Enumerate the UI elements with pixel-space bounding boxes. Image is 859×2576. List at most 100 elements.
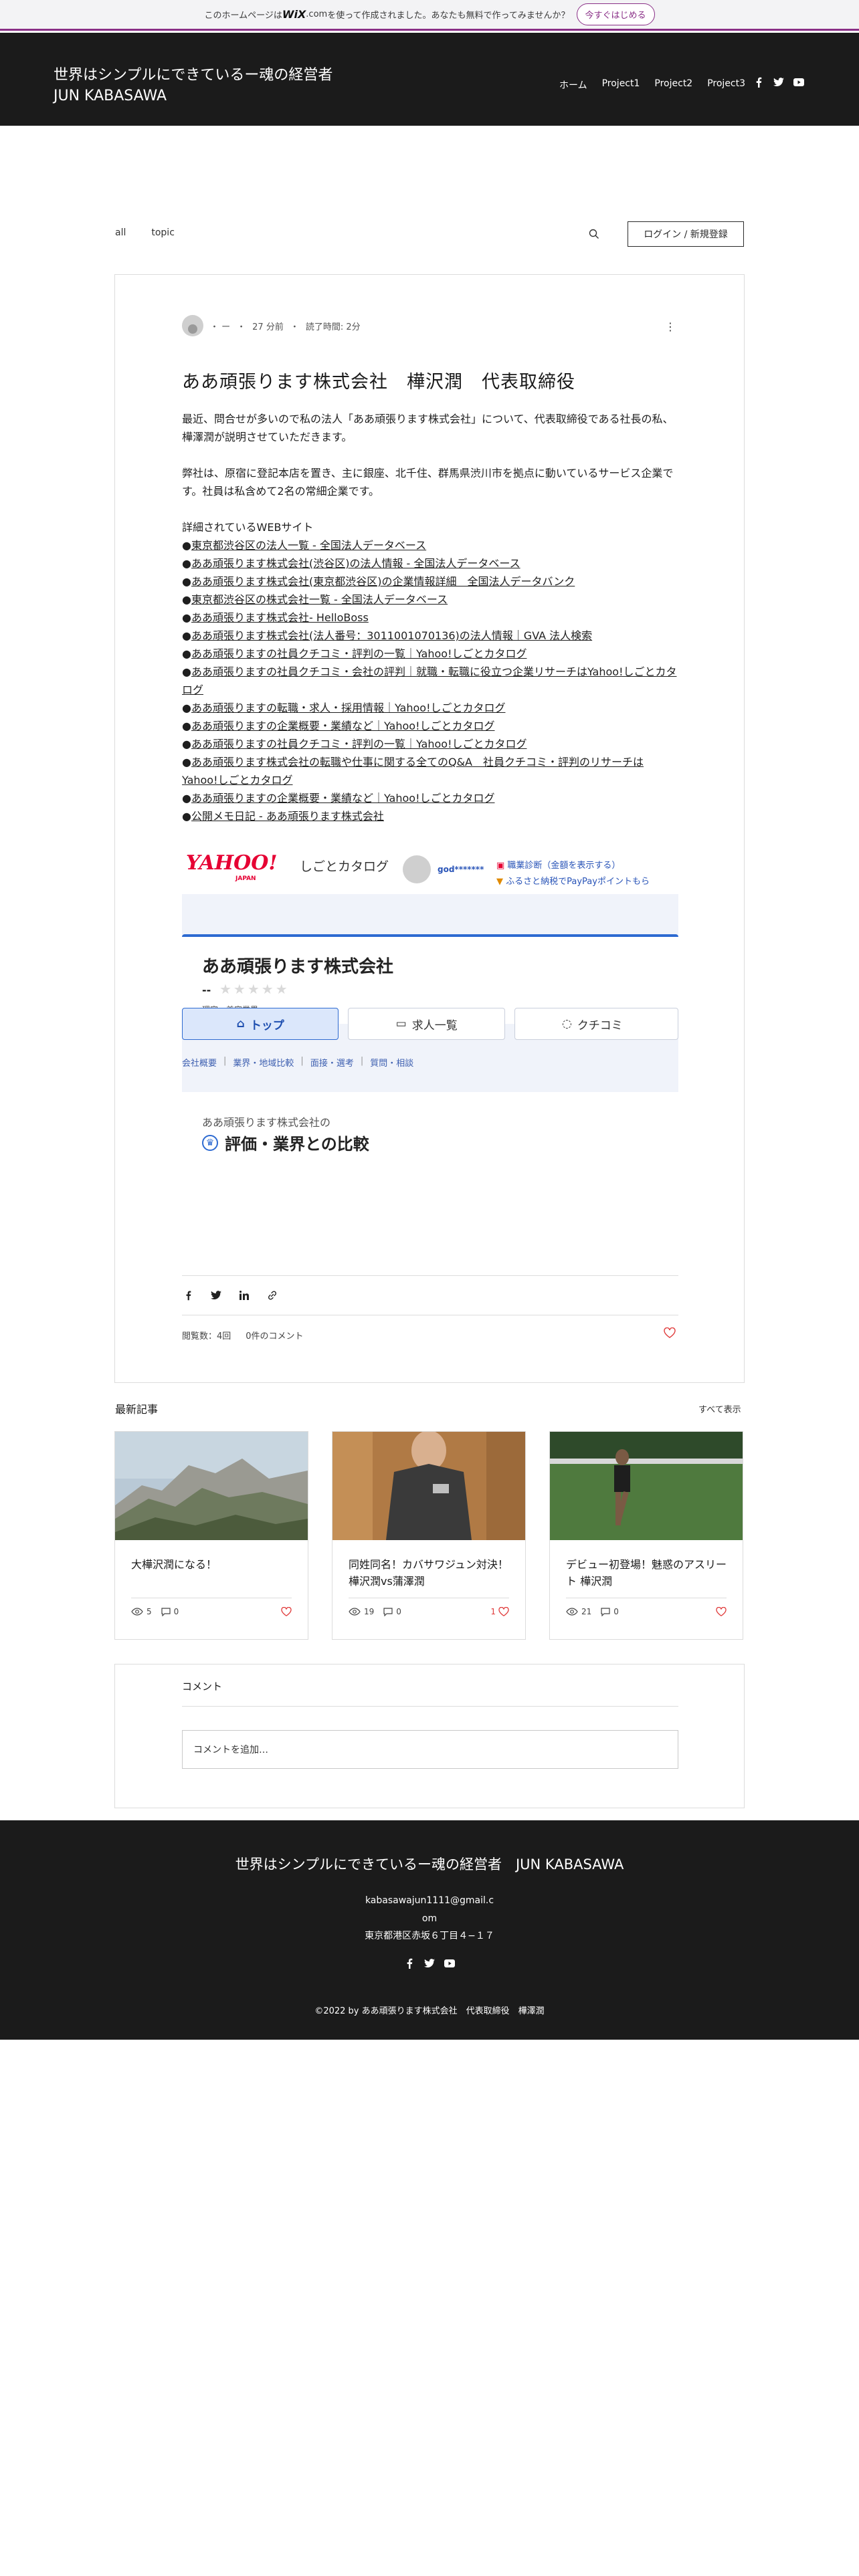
facebook-share-icon[interactable]	[182, 1289, 194, 1301]
wix-text-after: を使って作成されました。あなたも無料で作ってみませんか？	[327, 11, 570, 21]
linkedin-share-icon[interactable]	[238, 1289, 250, 1301]
wix-logo: WiX	[282, 8, 306, 21]
embed-panel: ああ頑張ります株式会社 -- ★★★★★ 理容・美容業界 ⌂トップ ▭求人一覧 …	[182, 894, 678, 1218]
post-body: 最近、問合せが多いので私の法人「ああ頑張ります株式会社」について、代表取締役であ…	[182, 410, 678, 825]
nav-project2[interactable]: Project2	[654, 78, 692, 92]
see-all-link[interactable]: すべて表示	[698, 1402, 741, 1415]
category-all[interactable]: all	[115, 227, 126, 238]
comment-icon	[383, 1607, 393, 1616]
more-options-icon[interactable]: ⋮	[665, 320, 676, 333]
post-link[interactable]: ああ頑張りますの企業概要・業績など｜Yahoo!しごとカタログ	[191, 720, 495, 732]
comment-icon	[161, 1607, 171, 1616]
start-now-button[interactable]: 今すぐはじめる	[576, 3, 655, 25]
post-link[interactable]: 東京都渋谷区の株式会社一覧 - 全国法人データベース	[191, 593, 448, 606]
twitter-share-icon[interactable]	[210, 1289, 222, 1301]
post-paragraph: 最近、問合せが多いので私の法人「ああ頑張ります株式会社」について、代表取締役であ…	[182, 413, 674, 443]
comments-title: コメント	[182, 1681, 223, 1693]
list-item: ●公開メモ日記 - ああ頑張ります株式会社	[182, 807, 678, 825]
user-avatar-icon	[403, 855, 431, 883]
bullet: ●	[182, 665, 191, 678]
embed-tab-label: クチコミ	[577, 1018, 623, 1033]
share-bar	[182, 1275, 678, 1315]
twitter-icon[interactable]	[773, 77, 784, 88]
footer-email[interactable]: kabasawajun1111@gmail.com	[363, 1892, 496, 1928]
search-icon[interactable]	[589, 229, 599, 242]
nav-project1[interactable]: Project1	[602, 78, 640, 92]
embed-compare-of: ああ頑張ります株式会社の	[202, 1116, 331, 1129]
youtube-icon[interactable]	[444, 1958, 455, 1969]
service-name: しごとカタログ	[300, 859, 389, 874]
post-link[interactable]: ああ頑張りますの社員クチコミ・評判の一覧｜Yahoo!しごとカタログ	[191, 647, 527, 660]
recent-post-card[interactable]: 同姓同名！カバサワジュン対決！樺沢潤vs蒲澤潤 19 0 1	[332, 1431, 526, 1640]
author-avatar[interactable]	[182, 315, 203, 336]
embed-tab-reviews: ◌ クチコミ	[514, 1008, 678, 1040]
main-nav: ホーム Project1 Project2 Project3	[559, 78, 745, 92]
comments-count: 0	[396, 1607, 401, 1616]
view-count: 閲覧数：4回	[182, 1331, 231, 1341]
comments-stat: 0	[601, 1607, 619, 1616]
site-title-line1: 世界はシンプルにできているー魂の経営者	[54, 67, 333, 84]
like-heart-icon[interactable]	[278, 1607, 292, 1616]
separator: |	[360, 1056, 364, 1066]
comment-count-link[interactable]: 0件のコメント	[246, 1329, 303, 1341]
post-link[interactable]: 東京都渋谷区の法人一覧 - 全国法人データベース	[191, 539, 426, 552]
like-heart-icon[interactable]: 1	[490, 1607, 509, 1616]
list-item: ●東京都渋谷区の株式会社一覧 - 全国法人データベース	[182, 591, 678, 609]
facebook-icon[interactable]	[753, 77, 764, 88]
recent-post-card[interactable]: デビュー初登場！魅惑のアスリート 樺沢潤 21 0	[549, 1431, 743, 1640]
post-link[interactable]: ああ頑張ります株式会社(法人番号：3011001070136)の法人情報｜GVA…	[191, 629, 592, 642]
post-link[interactable]: ああ頑張ります株式会社の転職や仕事に関する全てのQ&A 社員クチコミ・評判のリサ…	[182, 756, 644, 786]
bullet: ●	[182, 720, 191, 732]
nav-home[interactable]: ホーム	[559, 78, 587, 92]
site-title-line2: JUN KABASAWA	[54, 88, 167, 104]
list-item: ●ああ頑張りますの社員クチコミ・評判の一覧｜Yahoo!しごとカタログ	[182, 645, 678, 663]
eye-icon	[131, 1608, 143, 1616]
post-thumbnail[interactable]	[332, 1432, 525, 1540]
post-link[interactable]: ああ頑張ります株式会社(渋谷区)の法人情報 - 全国法人データベース	[191, 557, 520, 570]
post-link[interactable]: ああ頑張りますの社員クチコミ・評判の一覧｜Yahoo!しごとカタログ	[191, 738, 527, 750]
recent-post-card[interactable]: 大樺沢潤になる！ 5 0	[114, 1431, 308, 1640]
link-list: ● 東京都渋谷区の法人一覧 - 全国法人データベース ● ああ頑張ります株式会社(渋…	[182, 536, 678, 825]
blog-categories: all topic	[115, 227, 175, 238]
embed-user-name: god*******	[438, 865, 484, 874]
post-link[interactable]: ああ頑張ります株式会社- HelloBoss	[191, 611, 369, 624]
bullet: ●	[182, 629, 191, 642]
post-link[interactable]: ああ頑張ります株式会社(東京都渋谷区)の企業情報詳細 全国法人データバンク	[191, 575, 575, 588]
author-name[interactable]: ・ ー	[210, 320, 230, 332]
wix-logo-suffix: .com	[306, 9, 328, 19]
post-thumbnail[interactable]	[550, 1432, 743, 1540]
nav-project3[interactable]: Project3	[707, 78, 745, 92]
embed-sublink: 質問・相談	[370, 1059, 414, 1069]
recent-post-title[interactable]: 同姓同名！カバサワジュン対決！樺沢潤vs蒲澤潤	[349, 1556, 509, 1590]
separator: |	[223, 1056, 227, 1066]
embed-compare-section: ああ頑張ります株式会社の ♛ 評価・業界との比較	[182, 1092, 678, 1218]
recent-post-title[interactable]: 大樺沢潤になる！	[131, 1556, 292, 1573]
category-topic[interactable]: topic	[151, 227, 175, 238]
post-link[interactable]: 公開メモ日記 - ああ頑張ります株式会社	[191, 810, 384, 823]
embed-company-name: ああ頑張ります株式会社	[202, 957, 394, 977]
recent-post-title[interactable]: デビュー初登場！魅惑のアスリート 樺沢潤	[566, 1556, 727, 1590]
post-link[interactable]: ああ頑張りますの社員クチコミ・会社の評判｜就職・転職に役立つ企業リサーチはYah…	[182, 665, 676, 696]
embedded-screenshot[interactable]: YAHOO! JAPAN しごとカタログ god******* ▣ 職業診断（金…	[182, 843, 678, 1218]
post-thumbnail[interactable]	[115, 1432, 308, 1540]
post-card: ・ ー ・ 27 分前 ・ 読了時間: 2分 ⋮ ああ頑張ります株式会社 樺沢潤…	[114, 274, 745, 1383]
embed-link-text: ふるさと納税でPayPayポイントもら	[506, 877, 650, 887]
post-link[interactable]: ああ頑張りますの企業概要・業績など｜Yahoo!しごとカタログ	[191, 792, 495, 804]
views-stat: 21	[566, 1607, 591, 1616]
like-heart-icon[interactable]	[664, 1327, 676, 1341]
youtube-icon[interactable]	[793, 77, 804, 88]
footer-address: 東京都港区赤坂６丁目４−１７	[365, 1931, 494, 1941]
like-heart-icon[interactable]	[713, 1607, 727, 1616]
crown-icon: ♛	[202, 1134, 218, 1151]
site-title[interactable]: 世界はシンプルにできているー魂の経営者 JUN KABASAWA	[54, 65, 332, 106]
twitter-icon[interactable]	[424, 1958, 435, 1969]
yahoo-logo: YAHOO!	[186, 851, 278, 875]
meta-dot: ・	[290, 322, 299, 332]
facebook-icon[interactable]	[404, 1958, 415, 1969]
login-signup-button[interactable]: ログイン / 新規登録	[628, 221, 744, 247]
chat-icon: ◌	[561, 1017, 572, 1031]
add-comment-input[interactable]: コメントを追加…	[182, 1730, 678, 1769]
copy-link-icon[interactable]	[266, 1289, 278, 1301]
post-link[interactable]: ああ頑張りますの転職・求人・採用情報｜Yahoo!しごとカタログ	[191, 702, 506, 714]
wix-banner-text: このホームページは WiX .com を使って作成されました。あなたも無料で作っ…	[204, 8, 569, 21]
